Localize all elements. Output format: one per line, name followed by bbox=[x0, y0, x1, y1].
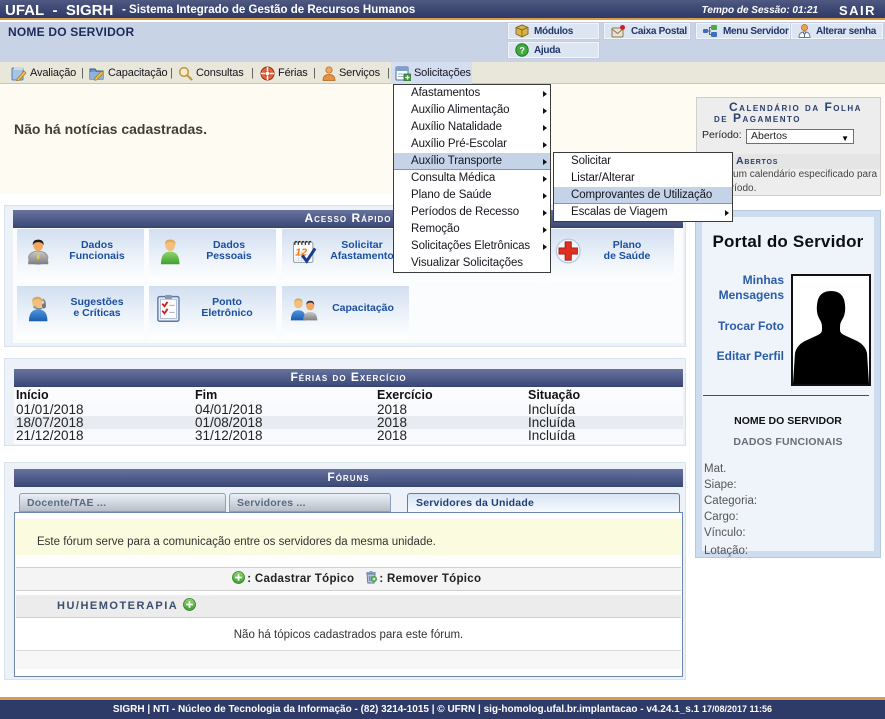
svg-text:?: ? bbox=[519, 46, 524, 56]
svg-text:12: 12 bbox=[295, 246, 307, 258]
